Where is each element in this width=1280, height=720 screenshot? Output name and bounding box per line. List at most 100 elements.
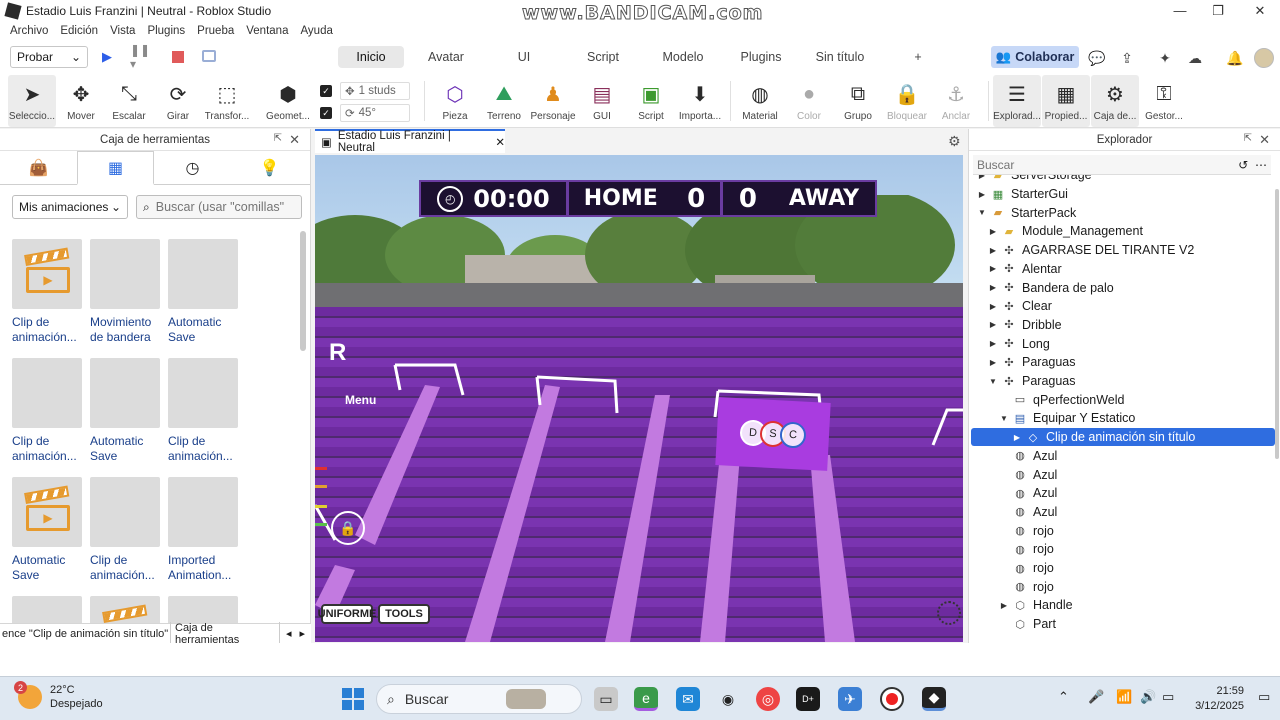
chevron-right-icon[interactable]: ▶ <box>988 264 998 273</box>
explorer-node[interactable]: ▼ ✣ Paraguas <box>969 372 1275 391</box>
bottom-tab-toolbox[interactable]: Caja de herramientas <box>170 621 280 646</box>
chevron-right-icon[interactable]: ▶ <box>1012 433 1022 442</box>
tools-button[interactable]: TOOLS <box>378 604 430 624</box>
menu-prueba[interactable]: Prueba <box>197 25 234 37</box>
tab-sin-titulo[interactable]: Sin título <box>810 46 870 68</box>
rotate-snap-checkbox[interactable]: ✓ <box>320 107 332 119</box>
explorer-node[interactable]: ▶ ✣ Dribble <box>969 316 1275 335</box>
chevron-right-icon[interactable]: ▶ <box>988 227 998 236</box>
notifications-bell-icon[interactable]: 🔔 <box>1226 49 1244 67</box>
system-clock[interactable]: 21:59 3/12/2025 <box>1188 684 1244 714</box>
explorer-node[interactable]: ▼ ▰ StarterPack <box>969 203 1275 222</box>
dock-icon[interactable]: ⇱ <box>1244 133 1252 144</box>
chevron-right-icon[interactable]: ▶ <box>999 601 1009 610</box>
bandicam-record-icon[interactable] <box>880 687 904 711</box>
tab-modelo[interactable]: Modelo <box>655 46 711 68</box>
edge-icon[interactable]: e <box>634 687 658 711</box>
photos-icon[interactable]: ✈ <box>838 687 862 711</box>
toolbox-scrollbar[interactable] <box>300 231 306 351</box>
menu-plugins[interactable]: Plugins <box>147 25 185 37</box>
tray-overflow-icon[interactable]: ⌃ <box>1058 689 1069 705</box>
toolbox-toggle[interactable]: ⚙ Caja de... <box>1091 75 1139 127</box>
explorer-node[interactable]: ▶ ✣ Paraguas <box>969 353 1275 372</box>
asset-tile[interactable]: ▶ Automatic Save <box>12 477 84 583</box>
close-icon[interactable]: ✕ <box>495 135 505 149</box>
asset-tile[interactable]: Automatic Save <box>168 239 240 345</box>
explorer-node[interactable]: ◍ rojo <box>969 559 1275 578</box>
tab-avatar[interactable]: Avatar <box>416 46 476 68</box>
character-tool[interactable]: ♟ Personaje <box>529 75 577 127</box>
add-tab-button[interactable]: + <box>908 46 928 68</box>
viewport-tab[interactable]: ▣ Estadio Luis Franzini | Neutral ✕ <box>315 129 505 154</box>
explorer-node[interactable]: ◍ Azul <box>969 484 1275 503</box>
shift-lock-button[interactable]: 🔒 <box>331 511 365 545</box>
chevron-right-icon[interactable]: ▶ <box>988 320 998 329</box>
chevron-right-icon[interactable]: ▶ <box>988 283 998 292</box>
explorer-node[interactable]: ▼ ▤ Equipar Y Estatico <box>969 409 1275 428</box>
chevron-right-icon[interactable]: ▶ <box>977 190 987 199</box>
task-view-icon[interactable]: ▭ <box>594 687 618 711</box>
chevron-right-icon[interactable]: ▶ <box>977 175 987 180</box>
part-tool[interactable]: ⬡ Pieza <box>431 75 479 127</box>
explorer-node[interactable]: ▶ ✣ Alentar <box>969 260 1275 279</box>
move-snap-checkbox[interactable]: ✓ <box>320 85 332 97</box>
play-button[interactable]: ▶ <box>98 48 116 66</box>
uniforme-button[interactable]: UNIFORME <box>318 604 376 624</box>
history-icon[interactable]: ↺ ⋯ <box>1238 158 1267 172</box>
explorer-node[interactable]: ▶ ▰ Module_Management <box>969 222 1275 241</box>
explorer-node[interactable]: ⬡ Part <box>969 615 1275 634</box>
maximize-button[interactable]: ❐ <box>1198 0 1238 21</box>
tab-inventory[interactable]: ▦ <box>77 151 154 185</box>
chat-icon[interactable]: 💬 <box>1088 49 1106 67</box>
test-mode-select[interactable]: Probar ⌄ <box>10 46 88 68</box>
chevron-down-icon[interactable]: ▼ <box>977 208 987 217</box>
tab-inicio[interactable]: Inicio <box>338 46 404 68</box>
dock-icon[interactable]: ⇱ <box>274 133 282 144</box>
transform-tool[interactable]: ⬚ Transfor... <box>203 75 251 127</box>
select-tool[interactable]: ➤ Seleccio... <box>8 75 56 127</box>
share-icon[interactable]: ⇪ <box>1118 49 1136 67</box>
xbox-icon[interactable]: ◉ <box>716 687 740 711</box>
tab-marketplace[interactable]: 👜 <box>0 151 77 185</box>
weather-widget[interactable]: 2 22°C Despejado <box>14 681 103 711</box>
explorer-node[interactable]: ▶ ✣ Bandera de palo <box>969 278 1275 297</box>
script-tool[interactable]: ▣ Script <box>627 75 675 127</box>
explorer-node[interactable]: ◍ Azul <box>969 503 1275 522</box>
microphone-icon[interactable]: 🎤 <box>1088 689 1104 705</box>
chevron-right-icon[interactable]: ▶ <box>988 302 998 311</box>
explorer-search-input[interactable] <box>977 157 1177 172</box>
stop-button[interactable] <box>172 51 184 63</box>
geometry-tool[interactable]: ⬢ Geomet... <box>264 75 312 127</box>
mail-icon[interactable]: ✉ <box>676 687 700 711</box>
asset-tile[interactable] <box>12 596 84 623</box>
asset-tile[interactable]: Clip de animación... <box>12 358 84 464</box>
asset-manager-toggle[interactable]: ⚿ Gestor... <box>1140 75 1188 127</box>
import-tool[interactable]: ⬇ Importa... <box>676 75 724 127</box>
disney-plus-icon[interactable]: D+ <box>796 687 820 711</box>
pause-button[interactable]: ❚❚ ▾ <box>130 43 150 71</box>
windows-start-button[interactable] <box>342 688 364 710</box>
anchor-tool[interactable]: ⚓ Anclar <box>932 75 980 127</box>
asset-tile[interactable]: Clip de animación... <box>90 477 162 583</box>
asset-tile[interactable]: Clip de animación... <box>168 358 240 464</box>
taskbar-search[interactable]: ⌕ Buscar <box>376 684 582 714</box>
menu-edicion[interactable]: Edición <box>60 25 98 37</box>
close-icon[interactable]: ✕ <box>289 132 300 148</box>
tab-creations[interactable]: 💡 <box>231 151 308 185</box>
explorer-node[interactable]: ▶ ✣ Long <box>969 334 1275 353</box>
terrain-tool[interactable]: ⛰ Terreno <box>480 75 528 127</box>
chevron-right-icon[interactable]: ▶ <box>988 358 998 367</box>
rotate-tool[interactable]: ⟳ Girar <box>154 75 202 127</box>
battery-icon[interactable]: ▭ <box>1162 689 1174 705</box>
menu-ventana[interactable]: Ventana <box>246 25 288 37</box>
explorer-toggle[interactable]: ☰ Explorad... <box>993 75 1041 127</box>
bottom-tab-reference[interactable]: ence "Clip de animación sin título" <box>0 628 170 640</box>
tab-scroll-right-icon[interactable]: ▸ <box>300 627 306 640</box>
asset-tile[interactable]: Movimiento de bandera <box>90 239 162 345</box>
explorer-node[interactable]: ▶ ✣ AGARRASE DEL TIRANTE V2 <box>969 241 1275 260</box>
ai-assistant-icon[interactable]: ✦ <box>1156 49 1174 67</box>
lock-tool[interactable]: 🔒 Bloquear <box>883 75 931 127</box>
tab-recent[interactable]: ◷ <box>154 151 231 185</box>
explorer-node[interactable]: ◍ Azul <box>969 465 1275 484</box>
asset-tile[interactable]: Imported Animation... <box>168 477 240 583</box>
